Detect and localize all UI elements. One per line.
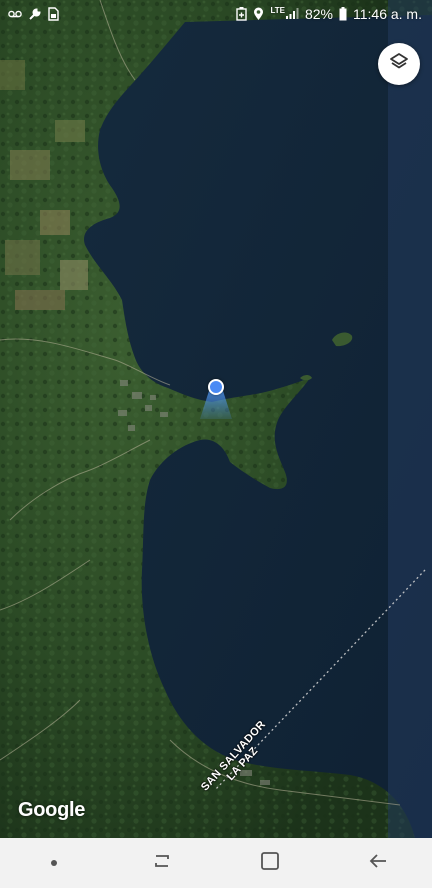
nav-dot-button[interactable] xyxy=(24,843,84,883)
status-right-icons: LTE 82% 11:46 a. m. xyxy=(236,6,422,22)
lte-signal-icon: LTE xyxy=(270,7,299,20)
back-button[interactable] xyxy=(348,843,408,883)
layers-button[interactable] xyxy=(378,43,420,85)
voicemail-icon xyxy=(8,9,22,19)
battery-saver-icon xyxy=(236,7,248,21)
recent-apps-button[interactable] xyxy=(132,843,192,883)
battery-percent: 82% xyxy=(304,6,333,22)
google-attribution: Google xyxy=(18,799,86,821)
my-location-marker xyxy=(196,377,236,427)
navigation-bar xyxy=(0,838,432,888)
dot-icon xyxy=(50,854,58,872)
clock: 11:46 a. m. xyxy=(352,6,422,22)
status-bar: LTE 82% 11:46 a. m. xyxy=(0,0,432,28)
blue-dot-icon xyxy=(208,379,224,395)
home-button[interactable] xyxy=(240,843,300,883)
layers-icon xyxy=(388,51,410,78)
sim-card-icon xyxy=(48,7,59,21)
battery-icon xyxy=(339,7,347,21)
location-icon xyxy=(253,7,264,21)
home-icon xyxy=(260,851,280,876)
wrench-icon xyxy=(28,7,42,21)
back-icon xyxy=(368,852,388,875)
maps-screen: LTE 82% 11:46 a. m. SAN SALVADOR LA PAZ … xyxy=(0,0,432,888)
status-left-icons xyxy=(8,7,59,21)
recent-apps-icon xyxy=(152,852,172,875)
